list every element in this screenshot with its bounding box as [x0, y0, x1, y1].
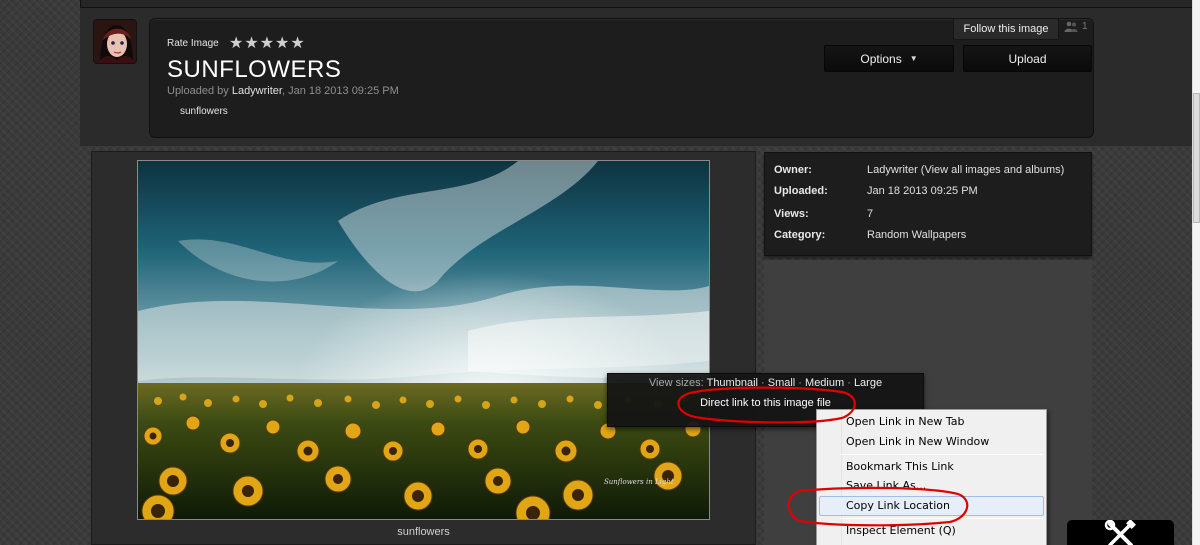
size-thumbnail-link[interactable]: Thumbnail	[707, 377, 758, 389]
menu-item-copy-link-location[interactable]: Copy Link Location	[846, 499, 950, 512]
follower-count: 1	[1064, 21, 1088, 32]
size-separator: ·	[795, 377, 806, 389]
caret-down-icon: ▼	[909, 54, 918, 63]
menu-item-bookmark-link[interactable]: Bookmark This Link	[846, 460, 954, 473]
detail-label: Views:	[774, 208, 809, 220]
image-caption: sunflowers	[397, 526, 450, 538]
uploaded-by-line: Uploaded by Ladywriter, Jan 18 2013 09:2…	[167, 85, 399, 97]
menu-item-open-new-window[interactable]: Open Link in New Window	[846, 435, 989, 448]
category-link[interactable]: Random Wallpapers	[867, 229, 1087, 241]
top-strip	[80, 0, 1193, 8]
view-sizes-prefix: View sizes:	[648, 377, 707, 389]
detail-row-uploaded: Uploaded: Jan 18 2013 09:25 PM	[774, 185, 978, 197]
star-icon[interactable]: ★	[244, 35, 258, 51]
view-sizes-line: View sizes: Thumbnail · Small · Medium ·…	[607, 377, 924, 389]
options-button[interactable]: Options ▼	[824, 45, 954, 72]
star-icon[interactable]: ★	[275, 35, 289, 51]
detail-label: Uploaded:	[774, 185, 828, 197]
avatar[interactable]	[93, 19, 137, 64]
uploaded-prefix: Uploaded by	[167, 85, 232, 97]
menu-item-open-new-tab[interactable]: Open Link in New Tab	[846, 415, 965, 428]
follower-count-value: 1	[1082, 21, 1088, 32]
uploaded-date: , Jan 18 2013 09:25 PM	[281, 85, 399, 97]
detail-row-owner: Owner: Ladywriter (View all images and a…	[774, 164, 1064, 176]
menu-item-inspect-element[interactable]: Inspect Element (Q)	[846, 524, 956, 537]
detail-label: Category:	[774, 229, 826, 241]
owner-link[interactable]: Ladywriter (View all images and albums)	[867, 164, 1087, 176]
detail-value: 7	[867, 208, 874, 220]
users-icon	[1064, 21, 1078, 32]
menu-item-save-link-as[interactable]: Save Link As...	[846, 479, 926, 492]
rating-stars[interactable]: ★ ★ ★ ★ ★	[229, 35, 305, 51]
size-separator: ·	[757, 377, 768, 389]
direct-link[interactable]: Direct link to this image file	[607, 397, 924, 409]
menu-separator	[840, 518, 1043, 519]
tools-button[interactable]	[1067, 519, 1174, 545]
detail-label: Owner:	[774, 164, 812, 176]
size-large-link[interactable]: Large	[854, 377, 882, 389]
sunflowers-photo[interactable]	[137, 160, 710, 520]
context-menu-gutter	[841, 410, 842, 545]
options-label: Options	[860, 51, 902, 66]
follow-image-button[interactable]: Follow this image	[953, 18, 1059, 40]
size-small-link[interactable]: Small	[768, 377, 796, 389]
size-separator: ·	[844, 377, 854, 389]
tag-link[interactable]: sunflowers	[180, 106, 228, 117]
photo-watermark: Sunflowers in Light	[604, 478, 674, 486]
tools-icon	[1104, 519, 1136, 545]
uploader-link[interactable]: Ladywriter	[232, 85, 282, 97]
menu-separator	[840, 454, 1043, 455]
star-icon[interactable]: ★	[260, 35, 274, 51]
detail-row-category: Category: Random Wallpapers	[774, 229, 966, 241]
scrollbar-thumb[interactable]	[1193, 93, 1200, 223]
upload-button[interactable]: Upload	[963, 45, 1092, 72]
page-title: SUNFLOWERS	[167, 56, 342, 83]
rate-image-label: Rate Image	[167, 38, 219, 49]
star-icon[interactable]: ★	[229, 35, 243, 51]
size-medium-link[interactable]: Medium	[805, 377, 844, 389]
scrollbar[interactable]	[1192, 0, 1200, 545]
detail-value: Jan 18 2013 09:25 PM	[867, 185, 978, 197]
detail-row-views: Views: 7	[774, 208, 873, 220]
star-icon[interactable]: ★	[290, 35, 304, 51]
